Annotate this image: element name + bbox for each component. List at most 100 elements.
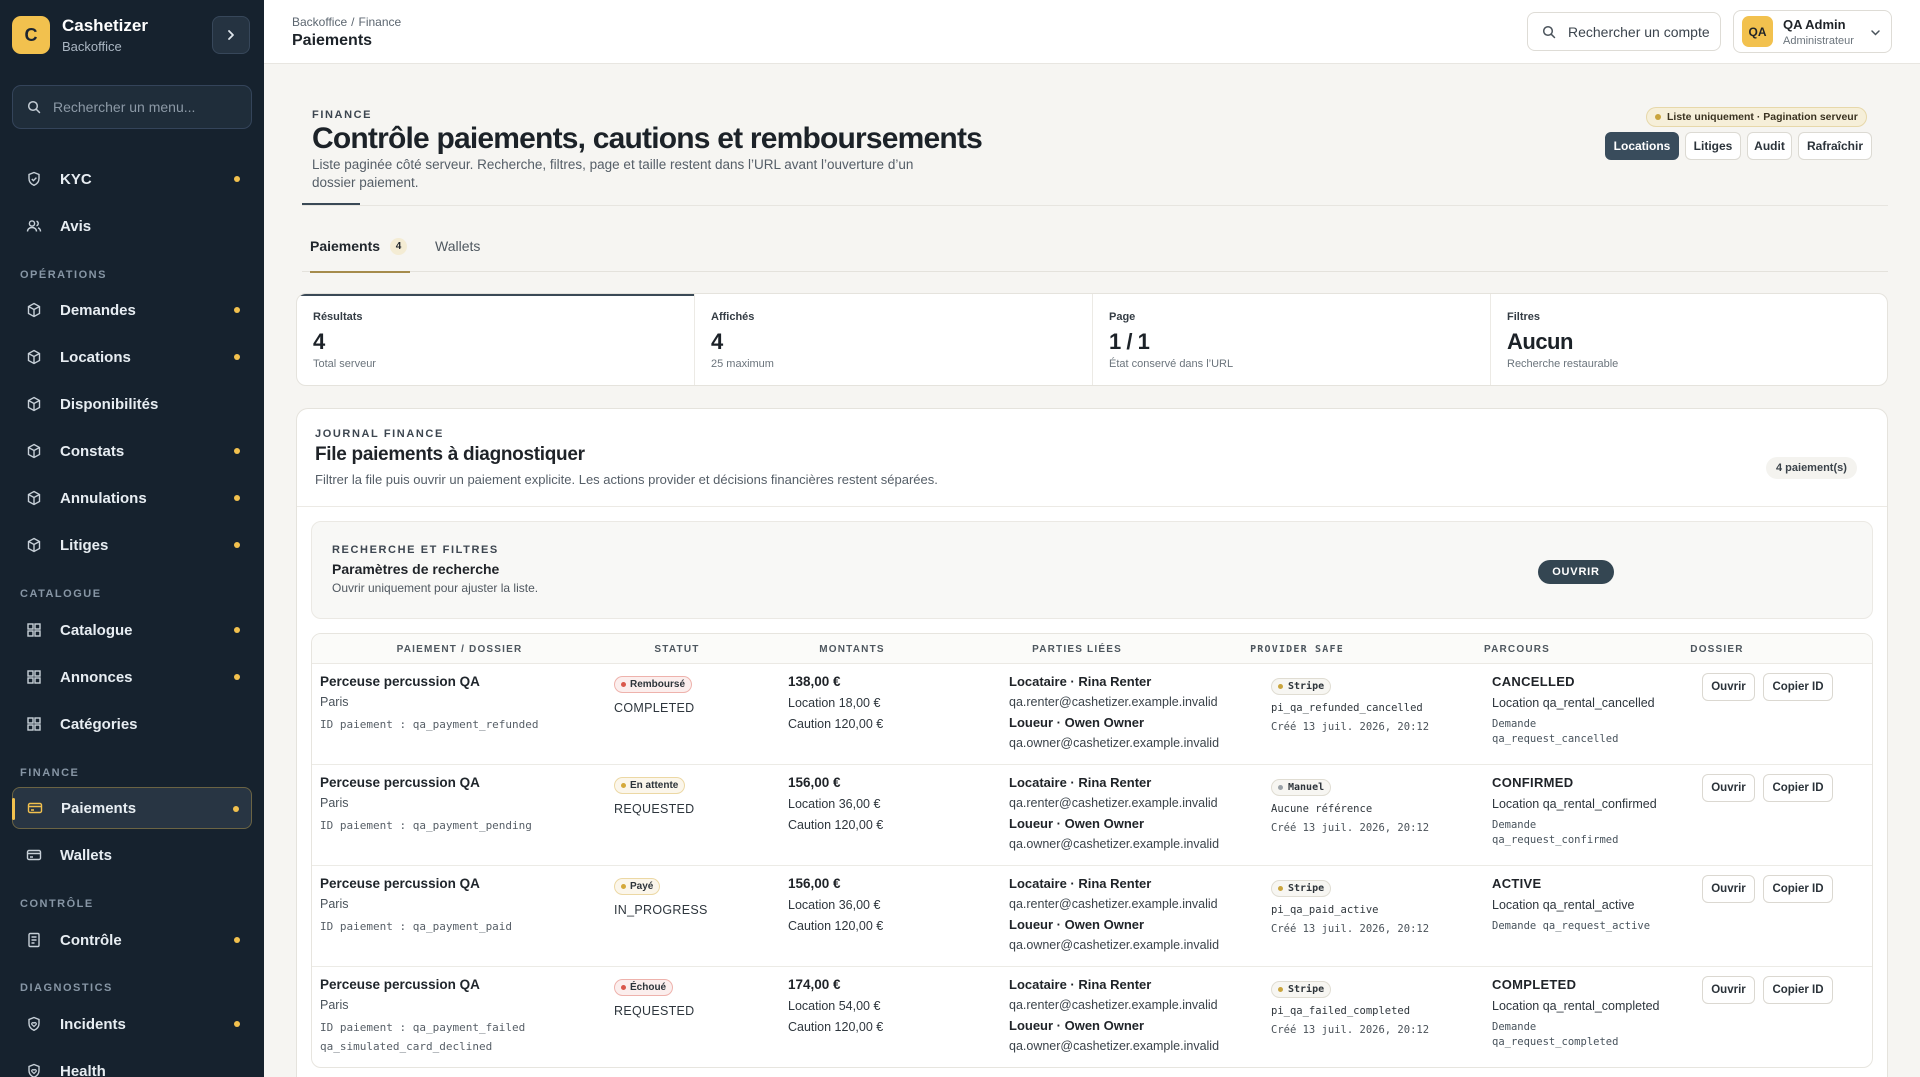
- tab-wallets[interactable]: Wallets: [435, 220, 480, 272]
- locations-button[interactable]: Locations: [1605, 132, 1679, 160]
- litiges-button[interactable]: Litiges: [1685, 132, 1741, 160]
- stat-value: 4: [711, 329, 723, 354]
- copy-id-button[interactable]: Copier ID: [1763, 976, 1833, 1004]
- status-badge: Échoué: [614, 979, 674, 996]
- item-title: Perceuse percussion QA: [320, 775, 480, 790]
- sidebar-item-disponibilites[interactable]: Disponibilités: [12, 383, 252, 425]
- sidebar-item-categories[interactable]: Catégories: [12, 703, 252, 745]
- audit-button[interactable]: Audit: [1747, 132, 1792, 160]
- status-label: En attente: [630, 780, 679, 791]
- sidebar-item-label: Locations: [60, 348, 131, 366]
- sidebar-item-label: Disponibilités: [60, 395, 159, 413]
- renter-name: Locataire · Rina Renter: [1009, 674, 1152, 689]
- status-code: REQUESTED: [614, 802, 695, 816]
- tab-paiements[interactable]: Paiements 4: [310, 220, 410, 273]
- parties-cell: Locataire · Rina Renter qa.renter@cashet…: [1009, 674, 1239, 756]
- stat-value: 4: [313, 329, 325, 354]
- document-icon: [26, 932, 42, 948]
- sidebar-item-label: Constats: [60, 442, 125, 460]
- menu-search-input[interactable]: [53, 99, 233, 115]
- page-eyebrow: FINANCE: [312, 109, 373, 121]
- breadcrumb-finance-link[interactable]: Finance: [359, 15, 402, 29]
- amount-caution: Caution 120,00 €: [788, 919, 884, 933]
- status-dot: [621, 985, 626, 990]
- open-payment-button[interactable]: Ouvrir: [1702, 673, 1755, 701]
- provider-reference: pi_qa_failed_completed: [1271, 1005, 1411, 1017]
- status-dot: [234, 542, 240, 548]
- filters-panel: RECHERCHE ET FILTRES Paramètres de reche…: [311, 521, 1873, 619]
- stat-label: Affichés: [711, 311, 755, 323]
- status-dot: [233, 806, 239, 812]
- table-row: Perceuse percussion QA Paris ID paiement…: [312, 765, 1872, 866]
- amount-location: Location 18,00 €: [788, 696, 881, 710]
- route-location: Location qa_rental_completed: [1492, 999, 1660, 1013]
- sidebar-item-litiges[interactable]: Litiges: [12, 524, 252, 566]
- refresh-button[interactable]: Rafraîchir: [1798, 132, 1872, 160]
- sidebar-item-annonces[interactable]: Annonces: [12, 656, 252, 698]
- copy-id-button[interactable]: Copier ID: [1763, 774, 1833, 802]
- owner-email: qa.owner@cashetizer.example.invalid: [1009, 1039, 1220, 1053]
- status-dot: [234, 674, 240, 680]
- card-icon: [26, 847, 42, 863]
- tab-bar: Paiements 4 Wallets: [302, 220, 1888, 273]
- provider-cell: Stripe pi_qa_refunded_cancelled Créé 13 …: [1271, 674, 1471, 733]
- box-icon: [26, 490, 42, 506]
- sidebar-item-wallets[interactable]: Wallets: [12, 834, 252, 876]
- sidebar-item-annulations[interactable]: Annulations: [12, 477, 252, 519]
- column-header-payment: PAIEMENT / DOSSIER: [396, 643, 523, 655]
- copy-id-button[interactable]: Copier ID: [1763, 673, 1833, 701]
- account-search-button[interactable]: Rechercher un compte: [1527, 12, 1721, 51]
- status-cell: Remboursé COMPLETED: [614, 674, 754, 715]
- box-icon: [26, 443, 42, 459]
- sidebar-item-incidents[interactable]: Incidents: [12, 1003, 252, 1045]
- brand[interactable]: C Cashetizer Backoffice: [12, 16, 148, 54]
- provider-reference: pi_qa_refunded_cancelled: [1271, 702, 1423, 714]
- menu-search[interactable]: [12, 85, 252, 129]
- sidebar-item-constats[interactable]: Constats: [12, 430, 252, 472]
- user-menu[interactable]: QA QA Admin Administrateur: [1733, 10, 1892, 53]
- sidebar-item-catalogue[interactable]: Catalogue: [12, 609, 252, 651]
- open-payment-button[interactable]: Ouvrir: [1702, 875, 1755, 903]
- sidebar-item-label: Demandes: [60, 301, 136, 319]
- status-code: REQUESTED: [614, 1004, 695, 1018]
- sidebar-item-controle[interactable]: Contrôle: [12, 919, 252, 961]
- grid-icon: [26, 669, 42, 685]
- sidebar-item-paiements[interactable]: Paiements: [12, 787, 252, 829]
- payment-id-text: ID paiement : qa_payment_failed: [320, 1021, 526, 1034]
- stat-sub: Recherche restaurable: [1507, 358, 1619, 370]
- provider-date: Créé 13 juil. 2026, 20:12: [1271, 1024, 1430, 1036]
- open-filters-button[interactable]: OUVRIR: [1538, 560, 1614, 584]
- sidebar-item-locations[interactable]: Locations: [12, 336, 252, 378]
- column-header-provider: PROVIDER SAFE: [1250, 643, 1344, 655]
- breadcrumb-root-link[interactable]: Backoffice: [292, 15, 347, 29]
- topbar: Backoffice / Finance Paiements Rechercher …: [264, 0, 1920, 64]
- payment-count-badge: 4 paiement(s): [1766, 457, 1857, 479]
- sidebar-item-avis[interactable]: Avis: [12, 205, 252, 247]
- open-payment-button[interactable]: Ouvrir: [1702, 774, 1755, 802]
- brand-logo: C: [12, 16, 50, 54]
- provider-label: Stripe: [1288, 883, 1325, 894]
- account-search-label: Rechercher un compte: [1568, 23, 1710, 40]
- sidebar-item-label: Annulations: [60, 489, 147, 507]
- sidebar-item-kyc[interactable]: KYC: [12, 158, 252, 200]
- open-payment-button[interactable]: Ouvrir: [1702, 976, 1755, 1004]
- item-city: Paris: [320, 998, 349, 1012]
- item-city: Paris: [320, 796, 349, 810]
- status-dot: [234, 307, 240, 313]
- page-title: Paiements: [292, 32, 373, 49]
- sidebar-toggle-button[interactable]: [212, 16, 250, 54]
- divider: [302, 205, 1888, 206]
- copy-id-button[interactable]: Copier ID: [1763, 875, 1833, 903]
- user-role: Administrateur: [1783, 34, 1854, 47]
- payment-cell: Perceuse percussion QA Paris ID paiement…: [320, 775, 610, 835]
- section-finance: FINANCE: [20, 767, 80, 779]
- heart-shield-icon: [26, 1016, 42, 1032]
- owner-email: qa.owner@cashetizer.example.invalid: [1009, 837, 1220, 851]
- sidebar-item-health[interactable]: Health: [12, 1050, 252, 1077]
- sidebar-item-label: KYC: [60, 170, 92, 188]
- search-icon: [1542, 25, 1556, 39]
- sidebar-item-demandes[interactable]: Demandes: [12, 289, 252, 331]
- page-description: Liste paginée côté serveur. Recherche, f…: [312, 157, 914, 190]
- provider-badge: Stripe: [1271, 981, 1332, 998]
- payment-cell: Perceuse percussion QA Paris ID paiement…: [320, 674, 610, 734]
